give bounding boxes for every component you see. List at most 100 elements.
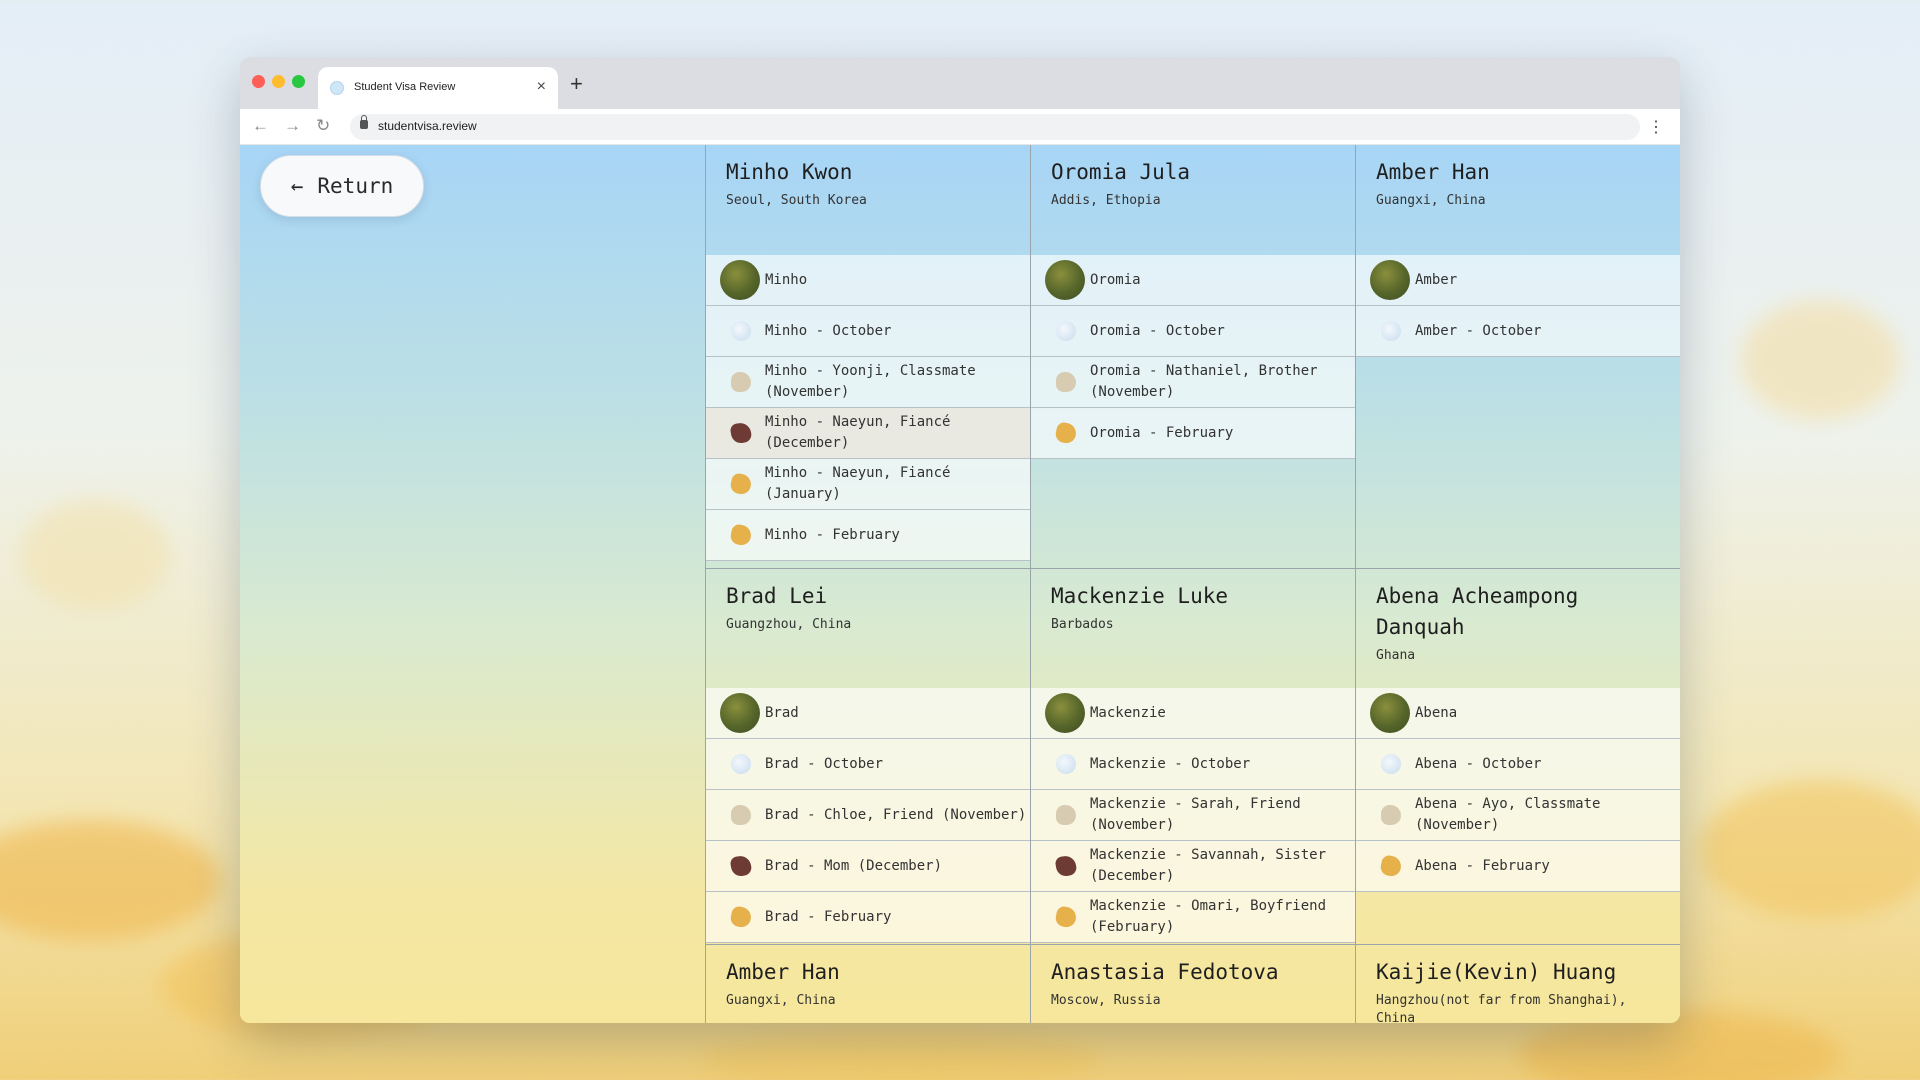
entry-row[interactable]: Minho - Naeyun, Fiancé (January) [706, 459, 1030, 510]
entry-label: Brad - Chloe, Friend (November) [765, 806, 1027, 823]
student-name: Abena Acheampong Danquah [1376, 584, 1579, 639]
student-location: Guangzhou, China [726, 617, 852, 632]
entry-row[interactable]: Minho - February [706, 510, 1030, 561]
entry-row[interactable]: Oromia - Nathaniel, Brother (November) [1031, 357, 1355, 408]
entry-label: Oromia [1090, 271, 1141, 288]
entry-row[interactable]: Oromia - October [1031, 306, 1355, 357]
entry-label: Abena - October [1415, 755, 1542, 772]
entry-label: Mackenzie - Sarah, Friend (November) [1090, 796, 1301, 833]
browser-tab[interactable]: Student Visa Review × [318, 67, 558, 109]
reload-icon[interactable]: ↻ [316, 116, 330, 136]
student-location: Addis, Ethopia [1051, 193, 1161, 208]
entry-row[interactable]: Brad - February [706, 892, 1030, 943]
entry-label: Abena [1415, 704, 1458, 721]
entry-label: Brad - Mom (December) [765, 857, 943, 874]
student-name: Amber Han [726, 960, 840, 984]
entry-row[interactable]: Mackenzie - Omari, Boyfriend (February) [1031, 892, 1355, 943]
new-tab-button[interactable]: + [570, 71, 583, 97]
entry-row[interactable]: Abena - October [1356, 739, 1680, 790]
lock-icon [360, 115, 368, 129]
background-blob [1740, 300, 1900, 420]
entry-row[interactable]: Abena [1356, 688, 1680, 739]
entry-row[interactable]: Minho - October [706, 306, 1030, 357]
favicon-icon [330, 81, 344, 95]
entry-label: Minho - Yoonji, Classmate (November) [765, 363, 976, 400]
entry-row[interactable]: Mackenzie - Savannah, Sister (December) [1031, 841, 1355, 892]
back-arrow-icon[interactable]: ← [252, 116, 269, 136]
entry-row[interactable]: Oromia [1031, 255, 1355, 306]
cloud-stone-icon [1381, 321, 1401, 341]
entry-label: Brad - October [765, 755, 884, 772]
student-card[interactable]: Abena Acheampong Danquah Ghana Abena Abena … [1356, 569, 1680, 945]
student-grid: Minho Kwon Seoul, South Korea Minho Minho -… [705, 145, 1680, 1023]
student-card[interactable]: Amber Han Guangxi, China [706, 945, 1031, 1023]
close-tab-icon[interactable]: × [537, 78, 546, 96]
cloud-stone-icon [1056, 321, 1076, 341]
student-header: Amber Han Guangxi, China [706, 945, 1030, 1023]
sand-stone-icon [1381, 805, 1401, 825]
amber-stone-icon [1054, 421, 1078, 445]
student-name: Brad Lei [726, 584, 828, 608]
student-card[interactable]: Kaijie(Kevin) Huang Hangzhou(not far from… [1356, 945, 1680, 1023]
entry-row[interactable]: Amber - October [1356, 306, 1680, 357]
student-location: Barbados [1051, 617, 1114, 632]
tab-title: Student Visa Review [354, 81, 456, 93]
sand-stone-icon [731, 805, 751, 825]
entry-row[interactable]: Brad - Mom (December) [706, 841, 1030, 892]
student-card[interactable]: Minho Kwon Seoul, South Korea Minho Minho -… [706, 145, 1031, 569]
amber-stone-icon [729, 472, 753, 496]
entry-row[interactable]: Mackenzie - Sarah, Friend (November) [1031, 790, 1355, 841]
entry-row[interactable]: Mackenzie [1031, 688, 1355, 739]
entry-label: Oromia - February [1090, 424, 1234, 441]
entry-row[interactable]: Minho [706, 255, 1030, 306]
entry-label: Amber [1415, 271, 1458, 288]
entry-row[interactable]: Abena - February [1356, 841, 1680, 892]
entry-row[interactable]: Abena - Ayo, Classmate (November) [1356, 790, 1680, 841]
student-card[interactable]: Anastasia Fedotova Moscow, Russia [1031, 945, 1356, 1023]
student-card[interactable]: Amber Han Guangxi, China Amber Amber - Octo… [1356, 145, 1680, 569]
background-blob [1700, 780, 1920, 920]
entry-row[interactable]: Mackenzie - October [1031, 739, 1355, 790]
cloud-stone-icon [1381, 754, 1401, 774]
entry-row[interactable]: Minho - Naeyun, Fiancé (December) [706, 408, 1030, 459]
student-name: Mackenzie Luke [1051, 584, 1229, 608]
entry-row[interactable]: Oromia - February [1031, 408, 1355, 459]
moss-stone-icon [1370, 693, 1410, 733]
browser-toolbar: ← → ↻ studentvisa.review ⋮ [240, 109, 1680, 145]
address-bar[interactable]: studentvisa.review [350, 114, 1640, 140]
forward-arrow-icon[interactable]: → [284, 116, 301, 136]
entry-label: Amber - October [1415, 322, 1542, 339]
entry-row[interactable]: Brad - October [706, 739, 1030, 790]
return-button[interactable]: ← Return [260, 155, 424, 217]
entry-label: Minho - Naeyun, Fiancé (December) [765, 414, 951, 451]
entry-row[interactable]: Minho - Yoonji, Classmate (November) [706, 357, 1030, 408]
minimize-window-button[interactable] [272, 75, 285, 88]
entry-label: Abena - February [1415, 857, 1550, 874]
sand-stone-icon [1056, 372, 1076, 392]
student-header: Anastasia Fedotova Moscow, Russia [1031, 945, 1355, 1023]
student-name: Oromia Jula [1051, 160, 1191, 184]
entry-row[interactable]: Brad [706, 688, 1030, 739]
student-location: Guangxi, China [1376, 193, 1486, 208]
student-card[interactable]: Oromia Jula Addis, Ethopia Oromia Oromia - … [1031, 145, 1356, 569]
entry-label: Minho - October [765, 322, 892, 339]
background-blob [0, 820, 220, 940]
cloud-stone-icon [731, 754, 751, 774]
student-card[interactable]: Mackenzie Luke Barbados Mackenzie Mackenzie… [1031, 569, 1356, 945]
left-arrow-icon: ← [290, 174, 304, 198]
student-card[interactable]: Brad Lei Guangzhou, China Brad Brad - Octob… [706, 569, 1031, 945]
return-label: Return [317, 174, 394, 198]
browser-window: Student Visa Review × + ← → ↻ studentvis… [240, 57, 1680, 1023]
close-window-button[interactable] [252, 75, 265, 88]
entry-label: Oromia - Nathaniel, Brother (November) [1090, 363, 1318, 400]
background-blob [20, 500, 170, 610]
zoom-window-button[interactable] [292, 75, 305, 88]
student-name: Anastasia Fedotova [1051, 960, 1279, 984]
student-name: Kaijie(Kevin) Huang [1376, 960, 1617, 984]
entry-row[interactable]: Amber [1356, 255, 1680, 306]
moss-stone-icon [1045, 260, 1085, 300]
moss-stone-icon [720, 260, 760, 300]
more-menu-icon[interactable]: ⋮ [1648, 117, 1664, 137]
entry-row[interactable]: Brad - Chloe, Friend (November) [706, 790, 1030, 841]
entry-label: Minho - February [765, 526, 900, 543]
